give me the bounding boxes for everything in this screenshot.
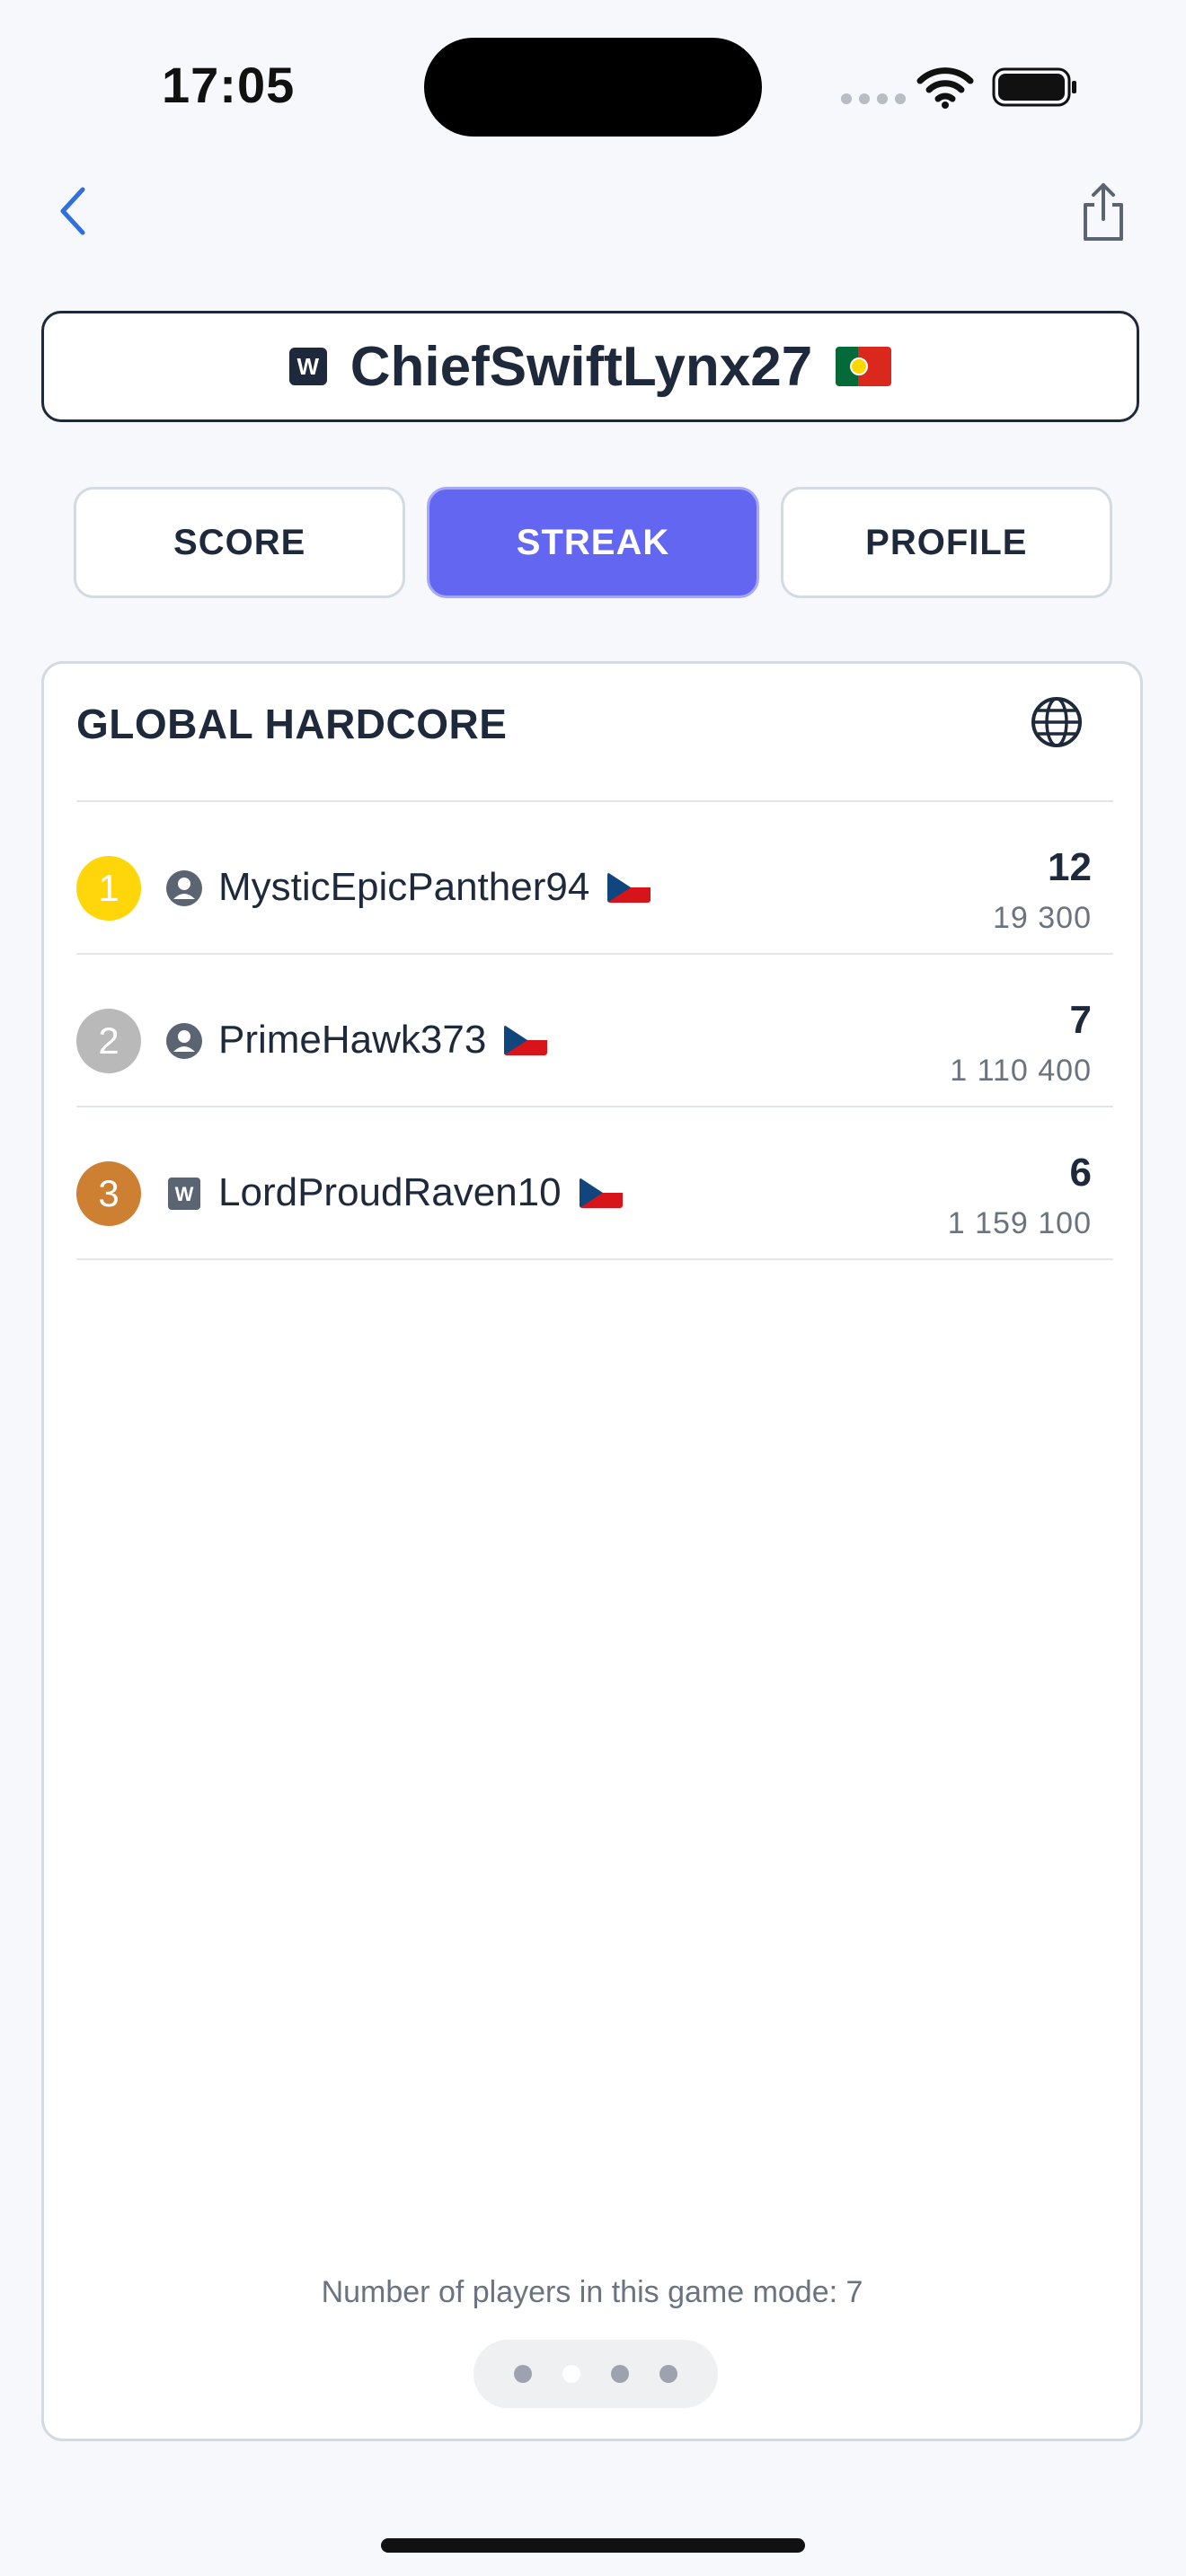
divider bbox=[76, 1258, 1113, 1260]
player-name-card: W ChiefSwiftLynx27 bbox=[41, 311, 1139, 422]
globe-icon[interactable] bbox=[1029, 694, 1084, 750]
page-dot[interactable] bbox=[659, 2365, 677, 2383]
status-bar: 17:05 bbox=[0, 0, 1186, 162]
dynamic-island bbox=[424, 38, 762, 137]
player-name: PrimeHawk373 bbox=[218, 1018, 487, 1062]
page-dot[interactable] bbox=[611, 2365, 629, 2383]
row-player: LordProudRaven10 bbox=[218, 1170, 623, 1215]
portugal-flag-icon bbox=[836, 347, 892, 386]
tab-streak[interactable]: STREAK bbox=[427, 487, 759, 598]
chevron-left-icon bbox=[60, 187, 85, 235]
tab-profile[interactable]: PROFILE bbox=[780, 487, 1112, 598]
leaderboard-row[interactable]: 3 W LordProudRaven10 6 1 159 100 bbox=[76, 1107, 1113, 1258]
czech-flag-icon bbox=[607, 872, 651, 903]
rank-badge-silver: 2 bbox=[76, 1009, 141, 1073]
row-player: MysticEpicPanther94 bbox=[218, 865, 651, 910]
rank-badge-bronze: 3 bbox=[76, 1161, 141, 1226]
streak-value: 6 bbox=[1069, 1151, 1092, 1195]
status-time: 17:05 bbox=[162, 57, 296, 113]
wordle-badge-icon: W bbox=[288, 348, 327, 385]
score-value: 1 159 100 bbox=[947, 1206, 1092, 1240]
wifi-icon bbox=[916, 67, 974, 109]
leaderboard-row[interactable]: 1 MysticEpicPanther94 12 19 300 bbox=[76, 802, 1113, 953]
cellular-signal-icon bbox=[841, 93, 906, 104]
svg-text:W: W bbox=[175, 1183, 194, 1205]
person-icon bbox=[166, 870, 202, 906]
home-indicator[interactable] bbox=[381, 2538, 805, 2553]
streak-value: 7 bbox=[1069, 998, 1092, 1042]
share-button[interactable] bbox=[1075, 178, 1132, 248]
wordle-badge-icon: W bbox=[168, 1178, 200, 1210]
leaderboard-title: GLOBAL HARDCORE bbox=[76, 701, 508, 747]
leaderboard-row[interactable]: 2 PrimeHawk373 7 1 110 400 bbox=[76, 955, 1113, 1106]
leaderboard-card: GLOBAL HARDCORE 1 MysticEpicPanther94 12… bbox=[41, 661, 1143, 2441]
tab-score[interactable]: SCORE bbox=[74, 487, 406, 598]
person-icon bbox=[166, 1023, 202, 1059]
player-name: ChiefSwiftLynx27 bbox=[350, 335, 813, 398]
back-button[interactable] bbox=[45, 180, 99, 243]
battery-icon bbox=[992, 67, 1076, 107]
czech-flag-icon bbox=[579, 1178, 623, 1208]
row-player: PrimeHawk373 bbox=[218, 1018, 548, 1063]
player-name: MysticEpicPanther94 bbox=[218, 865, 590, 909]
share-icon bbox=[1084, 183, 1123, 241]
score-value: 19 300 bbox=[993, 901, 1092, 935]
streak-value: 12 bbox=[1048, 845, 1092, 889]
players-count: Number of players in this game mode: 7 bbox=[321, 2275, 863, 2309]
rank-badge-gold: 1 bbox=[76, 856, 141, 921]
page-indicator[interactable] bbox=[474, 2340, 718, 2408]
czech-flag-icon bbox=[504, 1025, 548, 1055]
page-dot-active[interactable] bbox=[562, 2365, 580, 2383]
tab-bar: SCORE STREAK PROFILE bbox=[74, 487, 1112, 598]
page-dot[interactable] bbox=[514, 2365, 532, 2383]
score-value: 1 110 400 bbox=[950, 1054, 1092, 1088]
player-name: LordProudRaven10 bbox=[218, 1170, 562, 1214]
